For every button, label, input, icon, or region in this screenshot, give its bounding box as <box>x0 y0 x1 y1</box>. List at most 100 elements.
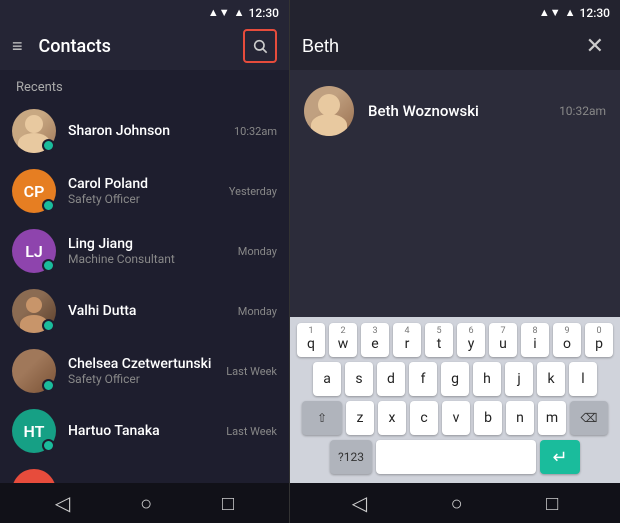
key-t[interactable]: 5t <box>425 323 453 357</box>
list-item[interactable]: CP Jalene Ng 2 Weeks Ago <box>0 461 289 483</box>
contact-time: Last Week <box>226 365 277 378</box>
search-button[interactable] <box>243 29 277 63</box>
contact-time: Monday <box>238 245 277 258</box>
key-e[interactable]: 3e <box>361 323 389 357</box>
key-s[interactable]: s <box>345 362 373 396</box>
online-indicator <box>42 139 55 152</box>
contacts-title: Contacts <box>39 36 111 57</box>
avatar-initials: LJ <box>25 242 43 261</box>
key-k[interactable]: k <box>537 362 565 396</box>
contact-name: Chelsea Czetwertunski <box>68 356 214 372</box>
key-w[interactable]: 2w <box>329 323 357 357</box>
contact-time: Yesterday <box>229 185 277 198</box>
key-y[interactable]: 6y <box>457 323 485 357</box>
menu-icon[interactable]: ≡ <box>12 36 23 57</box>
keyboard: 1q 2w 3e 4r 5t 6y 7u 8i <box>290 317 620 483</box>
avatar: CP <box>12 469 56 483</box>
contact-info: Sharon Johnson <box>68 123 222 139</box>
list-item[interactable]: Chelsea Czetwertunski Safety Officer Las… <box>0 341 289 401</box>
key-l[interactable]: l <box>569 362 597 396</box>
online-indicator <box>42 379 55 392</box>
right-status-bar: ▲▼ ▲ 12:30 <box>290 0 620 22</box>
contact-time: 10:32am <box>234 125 277 138</box>
online-indicator <box>42 319 55 332</box>
avatar-initials: CP <box>24 182 45 201</box>
key-h[interactable]: h <box>473 362 501 396</box>
contact-time: 10:32am <box>559 104 606 118</box>
right-bottom-nav: ◁ ○ □ <box>290 483 620 523</box>
key-m[interactable]: m <box>538 401 566 435</box>
key-j[interactable]: j <box>505 362 533 396</box>
key-b[interactable]: b <box>474 401 502 435</box>
contacts-header: ≡ Contacts <box>0 22 289 70</box>
avatar-initials: CP <box>24 482 45 484</box>
key-p[interactable]: 0p <box>585 323 613 357</box>
key-z[interactable]: z <box>346 401 374 435</box>
enter-key[interactable]: ↵ <box>540 440 580 474</box>
key-u[interactable]: 7u <box>489 323 517 357</box>
delete-key[interactable]: ⌫ <box>570 401 608 435</box>
key-a[interactable]: a <box>313 362 341 396</box>
list-item[interactable]: CP Carol Poland Safety Officer Yesterday <box>0 161 289 221</box>
close-button[interactable]: ✕ <box>582 30 608 63</box>
key-r[interactable]: 4r <box>393 323 421 357</box>
right-time: 12:30 <box>580 6 610 20</box>
key-row-numbers: 1q 2w 3e 4r 5t 6y 7u 8i <box>294 323 616 357</box>
recents-label: Recents <box>0 70 289 101</box>
contact-role: Safety Officer <box>68 372 214 386</box>
contact-info: Chelsea Czetwertunski Safety Officer <box>68 356 214 386</box>
key-c[interactable]: c <box>410 401 438 435</box>
wifi-icon: ▲ <box>234 6 245 19</box>
home-button[interactable]: ○ <box>140 491 152 516</box>
space-key[interactable] <box>376 440 536 474</box>
recents-button-right[interactable]: □ <box>546 491 558 516</box>
signal-icon: ▲▼ <box>208 6 230 19</box>
home-button-right[interactable]: ○ <box>451 491 463 516</box>
contact-name: Sharon Johnson <box>68 123 222 139</box>
left-time: 12:30 <box>249 6 279 20</box>
list-item[interactable]: LJ Ling Jiang Machine Consultant Monday <box>0 221 289 281</box>
avatar-wrap: CP <box>12 169 56 213</box>
key-f[interactable]: f <box>409 362 437 396</box>
left-status-bar: ▲▼ ▲ 12:30 <box>0 0 289 22</box>
list-item[interactable]: Beth Woznowski 10:32am <box>290 78 620 144</box>
key-d[interactable]: d <box>377 362 405 396</box>
avatar-initials: HT <box>24 422 45 441</box>
key-i[interactable]: 8i <box>521 323 549 357</box>
back-button-right[interactable]: ◁ <box>352 491 367 515</box>
contact-name: Ling Jiang <box>68 236 226 252</box>
contact-name: Hartuo Tanaka <box>68 423 214 439</box>
back-button[interactable]: ◁ <box>55 491 70 515</box>
avatar-wrap: LJ <box>12 229 56 273</box>
contact-name: Valhi Dutta <box>68 303 226 319</box>
search-panel: ▲▼ ▲ 12:30 ✕ Beth Woznowski 10:32am 1q 2… <box>290 0 620 523</box>
avatar-wrap: HT <box>12 409 56 453</box>
key-x[interactable]: x <box>378 401 406 435</box>
key-o[interactable]: 9o <box>553 323 581 357</box>
contact-list: Sharon Johnson 10:32am CP Carol Poland S… <box>0 101 289 483</box>
wifi-icon-right: ▲ <box>565 6 576 19</box>
avatar-wrap <box>304 86 354 136</box>
search-results: Beth Woznowski 10:32am <box>290 70 620 317</box>
list-item[interactable]: HT Hartuo Tanaka Last Week <box>0 401 289 461</box>
online-indicator <box>42 199 55 212</box>
avatar <box>304 86 354 136</box>
header-left: ≡ Contacts <box>12 36 111 57</box>
contact-name: Carol Poland <box>68 176 217 192</box>
key-row-asdf: a s d f g h j k l <box>294 362 616 396</box>
search-input[interactable] <box>302 36 572 57</box>
shift-key[interactable]: ⇧ <box>302 401 342 435</box>
key-q[interactable]: 1q <box>297 323 325 357</box>
list-item[interactable]: Sharon Johnson 10:32am <box>0 101 289 161</box>
key-v[interactable]: v <box>442 401 470 435</box>
key-g[interactable]: g <box>441 362 469 396</box>
contacts-panel: ▲▼ ▲ 12:30 ≡ Contacts Recents Sharon Joh… <box>0 0 290 523</box>
contact-role: Safety Officer <box>68 192 217 206</box>
search-input-container[interactable] <box>302 36 572 57</box>
key-n[interactable]: n <box>506 401 534 435</box>
contact-info: Carol Poland Safety Officer <box>68 176 217 206</box>
num-toggle-key[interactable]: ?123 <box>330 440 372 474</box>
list-item[interactable]: Valhi Dutta Monday <box>0 281 289 341</box>
recents-button[interactable]: □ <box>222 491 234 516</box>
contact-info: Ling Jiang Machine Consultant <box>68 236 226 266</box>
